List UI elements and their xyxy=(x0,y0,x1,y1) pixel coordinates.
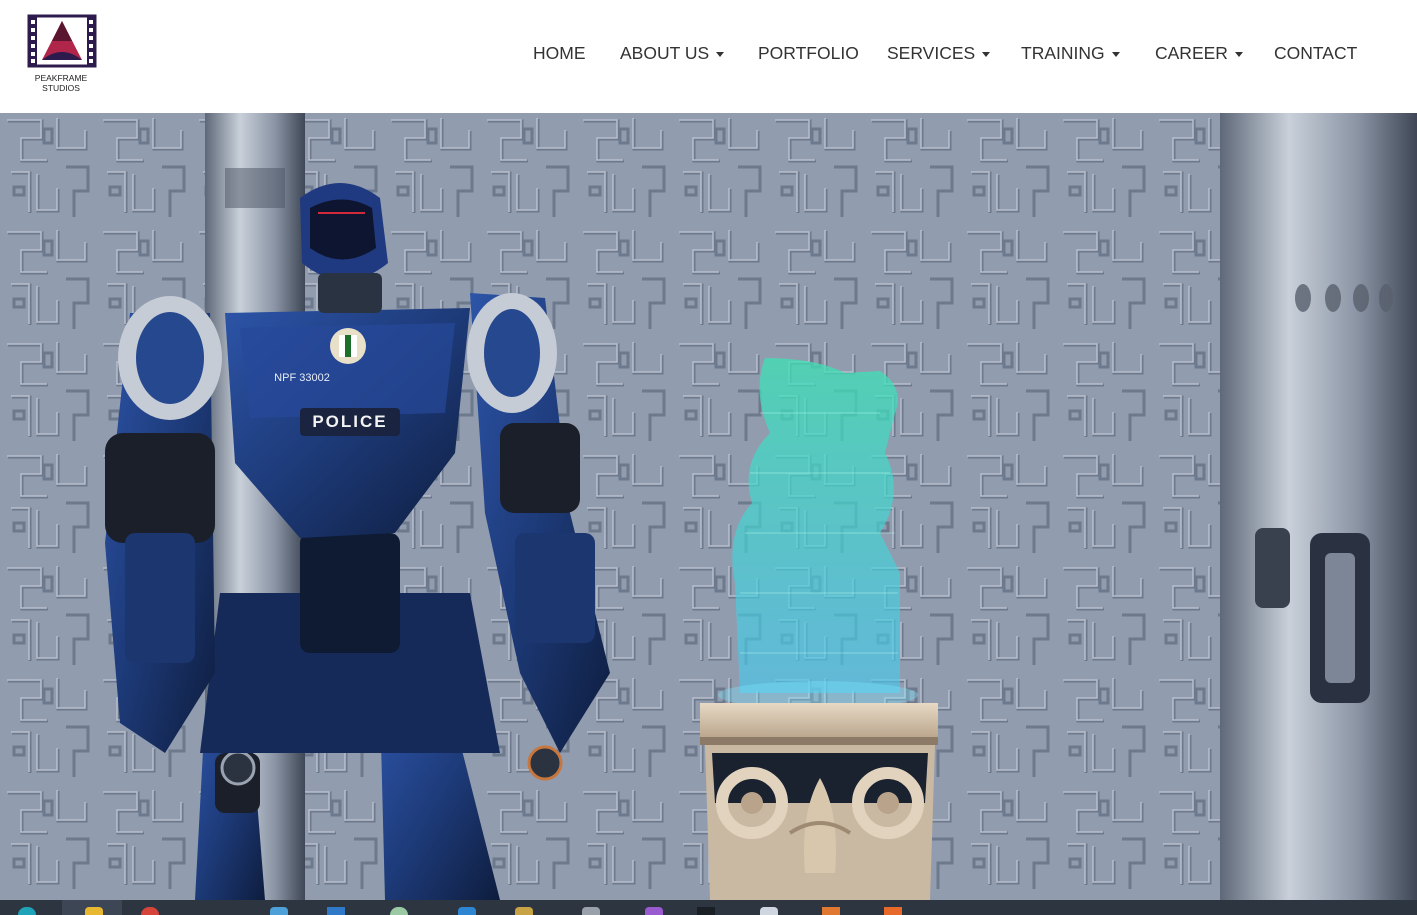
nav-home-label: HOME xyxy=(533,43,586,63)
brand-line-1: PEAKFRAME xyxy=(34,73,88,83)
caret-down-icon xyxy=(982,51,991,57)
nav-about-us-label: ABOUT US xyxy=(620,43,710,63)
app-icon[interactable] xyxy=(697,907,715,915)
caret-down-icon xyxy=(1234,51,1243,57)
hero-scene-image: POLICE NPF 33002 xyxy=(0,113,1417,900)
app-icon[interactable] xyxy=(582,907,600,915)
site-header: PEAKFRAME STUDIOS HOME ABOUT US PORTFOLI… xyxy=(0,0,1417,113)
main-nav: HOME ABOUT US PORTFOLIO SERVICES TRAININ… xyxy=(0,42,1417,66)
caret-down-icon xyxy=(1111,51,1120,57)
folder-icon[interactable] xyxy=(85,907,103,915)
nav-portfolio[interactable]: PORTFOLIO xyxy=(758,42,859,64)
nav-portfolio-label: PORTFOLIO xyxy=(758,43,859,63)
chrome-icon[interactable] xyxy=(141,907,159,915)
nav-home[interactable]: HOME xyxy=(533,42,586,64)
photoshop-icon[interactable] xyxy=(327,907,345,915)
nav-career[interactable]: CAREER xyxy=(1155,42,1243,64)
os-taskbar xyxy=(0,900,1417,915)
nav-services-label: SERVICES xyxy=(887,43,976,63)
brand-line-2: STUDIOS xyxy=(42,83,80,93)
app-icon[interactable] xyxy=(515,907,533,915)
nav-contact-label: CONTACT xyxy=(1274,43,1358,63)
nav-training-label: TRAINING xyxy=(1021,43,1105,63)
nav-services[interactable]: SERVICES xyxy=(887,42,991,64)
app-icon[interactable] xyxy=(884,907,902,915)
app-icon[interactable] xyxy=(458,907,476,915)
app-icon[interactable] xyxy=(822,907,840,915)
nav-contact[interactable]: CONTACT xyxy=(1274,42,1357,64)
brand-name: PEAKFRAME STUDIOS xyxy=(22,73,100,93)
app-icon[interactable] xyxy=(645,907,663,915)
start-icon[interactable] xyxy=(18,907,36,915)
app-icon[interactable] xyxy=(390,907,408,915)
robot-badge-number: NPF 33002 xyxy=(274,372,330,384)
app-icon[interactable] xyxy=(270,907,288,915)
hero-banner: POLICE NPF 33002 xyxy=(0,113,1417,900)
robot-chest-label: POLICE xyxy=(312,412,387,431)
nav-about-us[interactable]: ABOUT US xyxy=(620,42,725,64)
stone-pedestal xyxy=(700,703,938,900)
right-pillar xyxy=(1220,113,1417,900)
caret-down-icon xyxy=(716,51,725,57)
nav-career-label: CAREER xyxy=(1155,43,1228,63)
app-icon[interactable] xyxy=(760,907,778,915)
nav-training[interactable]: TRAINING xyxy=(1021,42,1120,64)
